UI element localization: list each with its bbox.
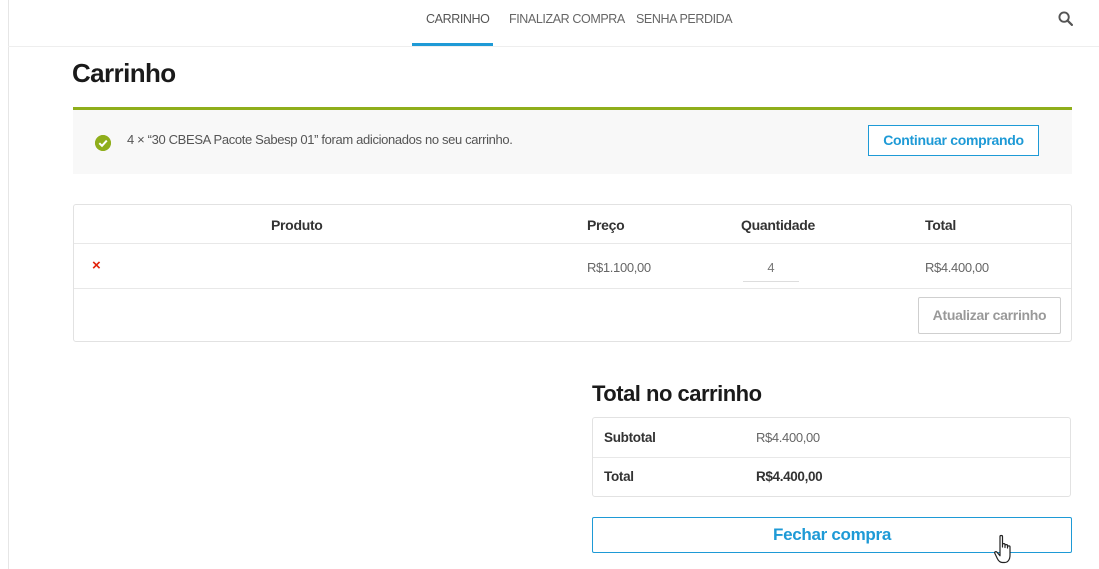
cart-table: Produto Preço Quantidade Total × R$1.100…: [73, 204, 1072, 342]
column-header-product: Produto: [271, 217, 323, 233]
total-value: R$4.400,00: [756, 469, 823, 484]
item-price: R$1.100,00: [587, 260, 651, 275]
nav-item-finalizar-compra[interactable]: FINALIZAR COMPRA: [509, 12, 625, 26]
notice-message: 4 × “30 CBESA Pacote Sabesp 01” foram ad…: [127, 132, 513, 147]
page-title: Carrinho: [72, 58, 176, 88]
column-header-price: Preço: [587, 217, 625, 233]
check-circle-icon: [95, 135, 111, 151]
column-header-quantity: Quantidade: [741, 217, 816, 233]
remove-item-button[interactable]: ×: [92, 258, 101, 274]
cart-notice: 4 × “30 CBESA Pacote Sabesp 01” foram ad…: [73, 107, 1072, 174]
subtotal-label: Subtotal: [604, 430, 656, 445]
update-cart-button[interactable]: Atualizar carrinho: [918, 297, 1061, 334]
row-divider: [593, 457, 1070, 458]
nav-item-carrinho[interactable]: CARRINHO: [426, 12, 490, 26]
cart-totals-table: Subtotal R$4.400,00 Total R$4.400,00: [592, 417, 1071, 497]
active-tab-indicator: [412, 43, 493, 46]
row-divider: [74, 288, 1071, 289]
quantity-input[interactable]: [743, 254, 799, 282]
subtotal-value: R$4.400,00: [756, 430, 820, 445]
frame-border: [8, 0, 9, 569]
column-header-total: Total: [925, 217, 956, 233]
total-label: Total: [604, 469, 634, 484]
hand-pointer-icon: [994, 534, 1011, 564]
top-navigation: CARRINHO FINALIZAR COMPRA SENHA PERDIDA: [8, 0, 1099, 47]
continue-shopping-button[interactable]: Continuar comprando: [868, 125, 1039, 156]
item-total: R$4.400,00: [925, 260, 989, 275]
row-divider: [74, 243, 1071, 244]
search-icon[interactable]: [1058, 11, 1073, 26]
nav-item-senha-perdida[interactable]: SENHA PERDIDA: [636, 12, 733, 26]
cart-totals-title: Total no carrinho: [592, 381, 762, 406]
